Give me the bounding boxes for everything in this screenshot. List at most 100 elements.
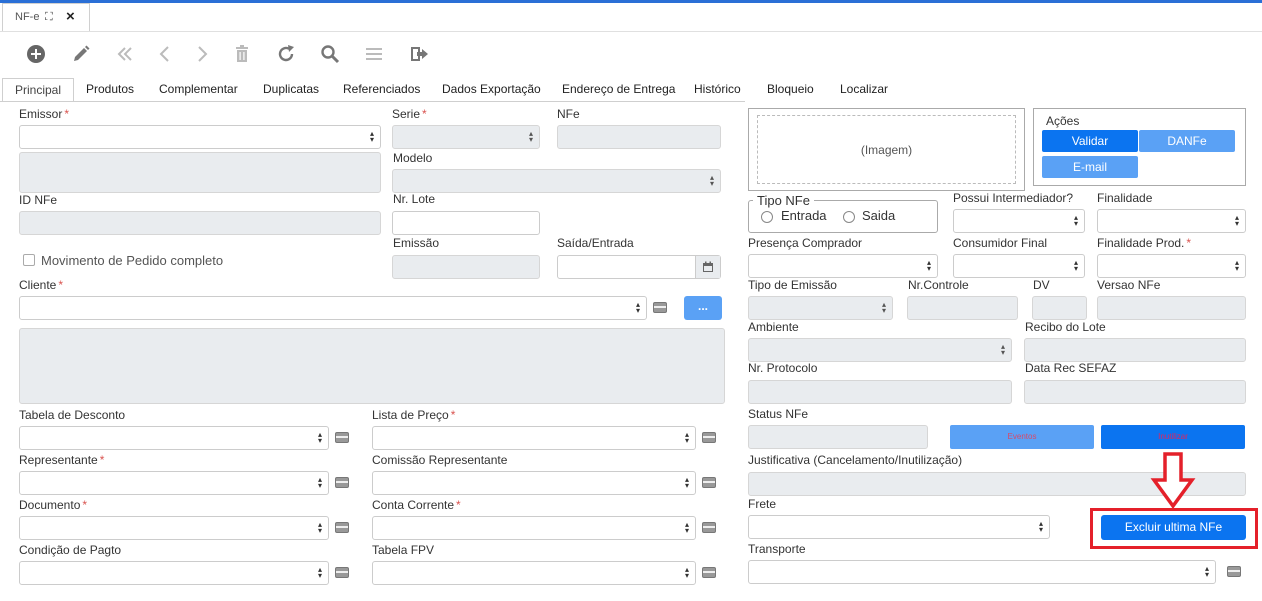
lista-preco-select[interactable] <box>372 426 696 450</box>
condicao-pagto-card-icon[interactable] <box>335 567 349 578</box>
data-rec-sefaz-field <box>1024 380 1246 404</box>
tipo-emissao-label: Tipo de Emissão <box>748 278 837 292</box>
tab-referenciados[interactable]: Referenciados <box>331 78 432 102</box>
entrada-radio[interactable] <box>761 211 773 223</box>
tabela-fpv-card-icon[interactable] <box>702 567 716 578</box>
conta-corrente-select[interactable] <box>372 516 696 540</box>
comissao-select[interactable] <box>372 471 696 495</box>
first-record-icon[interactable] <box>113 42 137 66</box>
modelo-select[interactable] <box>392 169 721 193</box>
transporte-select[interactable] <box>748 560 1216 584</box>
emissao-label: Emissão <box>393 236 440 250</box>
tabela-desconto-select[interactable] <box>19 426 329 450</box>
cliente-search-button[interactable]: ... <box>684 296 722 320</box>
recibo-lote-field <box>1024 338 1246 362</box>
saida-entrada-label: Saída/Entrada <box>557 236 634 250</box>
image-box[interactable]: (Imagem) <box>748 108 1025 191</box>
tabela-fpv-select[interactable] <box>372 561 696 585</box>
tab-dados-exportacao[interactable]: Dados Exportação <box>430 78 553 102</box>
acoes-title: Ações <box>1046 114 1080 128</box>
tipo-emissao-select[interactable] <box>748 296 893 320</box>
finalidade-prod-select[interactable] <box>1097 254 1246 278</box>
frete-select[interactable] <box>748 515 1050 539</box>
finalidade-label: Finalidade <box>1097 191 1153 205</box>
validar-button[interactable]: Validar <box>1042 130 1138 152</box>
transporte-card-icon[interactable] <box>1227 566 1241 577</box>
tab-complementar[interactable]: Complementar <box>147 78 250 102</box>
tabela-desconto-card-icon[interactable] <box>335 432 349 443</box>
emissor-details <box>19 152 381 193</box>
possui-intermediador-select[interactable] <box>953 209 1085 233</box>
cliente-select[interactable] <box>19 296 647 320</box>
nr-lote-input[interactable] <box>392 211 540 235</box>
tab-principal[interactable]: Principal <box>2 78 75 102</box>
serie-label: Serie * <box>392 107 427 121</box>
versao-nfe-label: Versao NFe <box>1097 278 1161 292</box>
exit-icon[interactable] <box>408 42 432 66</box>
ambiente-select[interactable] <box>748 338 1012 362</box>
consumidor-final-select[interactable] <box>953 254 1085 278</box>
email-button[interactable]: E-mail <box>1042 156 1138 178</box>
emissor-select[interactable] <box>19 125 381 149</box>
window-top-bar <box>0 0 1262 3</box>
documento-label: Documento * <box>19 498 88 512</box>
finalidade-select[interactable] <box>1097 209 1246 233</box>
tab-duplicatas[interactable]: Duplicatas <box>251 78 331 102</box>
documento-select[interactable] <box>19 516 329 540</box>
tab-localizar[interactable]: Localizar <box>828 78 900 102</box>
entrada-label: Entrada <box>781 208 827 223</box>
nr-controle-field <box>907 296 1018 320</box>
close-icon[interactable]: × <box>66 8 75 25</box>
search-icon[interactable] <box>318 42 342 66</box>
tab-endereco-entrega[interactable]: Endereço de Entrega <box>550 78 687 102</box>
add-icon[interactable] <box>24 42 48 66</box>
saida-radio[interactable] <box>843 211 855 223</box>
tab-produtos[interactable]: Produtos <box>74 78 146 102</box>
lista-preco-card-icon[interactable] <box>702 432 716 443</box>
cliente-card-icon[interactable] <box>653 302 667 313</box>
condicao-pagto-select[interactable] <box>19 561 329 585</box>
window-tab-title: NF-e <box>15 11 40 23</box>
comissao-label: Comissão Representante <box>372 453 508 467</box>
delete-trash-icon[interactable] <box>230 42 254 66</box>
versao-nfe-field <box>1097 296 1246 320</box>
saida-entrada-input[interactable] <box>557 255 721 279</box>
excluir-ultima-nfe-button[interactable]: Excluir ultima NFe <box>1101 515 1246 540</box>
movimento-checkbox[interactable] <box>23 254 35 266</box>
eventos-button[interactable]: Eventos <box>950 425 1094 449</box>
maximize-icon[interactable]: ⛶ <box>45 11 53 24</box>
tab-bloqueio[interactable]: Bloqueio <box>755 78 826 102</box>
edit-pencil-icon[interactable] <box>69 42 93 66</box>
nr-protocolo-label: Nr. Protocolo <box>748 361 818 375</box>
nfe-field <box>557 125 721 149</box>
transporte-label: Transporte <box>748 542 806 556</box>
cliente-label: Cliente * <box>19 278 64 292</box>
serie-select[interactable] <box>392 125 540 149</box>
window-tab-nfe[interactable]: NF-e ⛶ × <box>2 3 90 32</box>
emissao-field <box>392 255 540 279</box>
tabela-fpv-label: Tabela FPV <box>372 543 435 557</box>
nfe-label: NFe <box>557 107 580 121</box>
representante-card-icon[interactable] <box>335 477 349 488</box>
possui-intermediador-label: Possui Intermediador? <box>953 191 1074 205</box>
nr-controle-label: Nr.Controle <box>908 278 969 292</box>
danfe-button[interactable]: DANFe <box>1139 130 1235 152</box>
cliente-details <box>19 328 725 404</box>
previous-record-icon[interactable] <box>153 42 177 66</box>
list-menu-icon[interactable] <box>362 42 386 66</box>
comissao-card-icon[interactable] <box>702 477 716 488</box>
presenca-select[interactable] <box>748 254 938 278</box>
representante-select[interactable] <box>19 471 329 495</box>
data-rec-sefaz-label: Data Rec SEFAZ <box>1025 361 1117 375</box>
inutilizar-button[interactable]: Inutilizar <box>1101 425 1245 449</box>
refresh-icon[interactable] <box>274 42 298 66</box>
documento-card-icon[interactable] <box>335 522 349 533</box>
tabs-divider <box>0 101 745 102</box>
nr-lote-label: Nr. Lote <box>393 192 436 206</box>
calendar-icon[interactable] <box>695 256 720 278</box>
conta-corrente-label: Conta Corrente * <box>372 498 461 512</box>
tab-historico[interactable]: Histórico <box>682 78 753 102</box>
next-record-icon[interactable] <box>190 42 214 66</box>
conta-corrente-card-icon[interactable] <box>702 522 716 533</box>
modelo-label: Modelo <box>393 151 433 165</box>
